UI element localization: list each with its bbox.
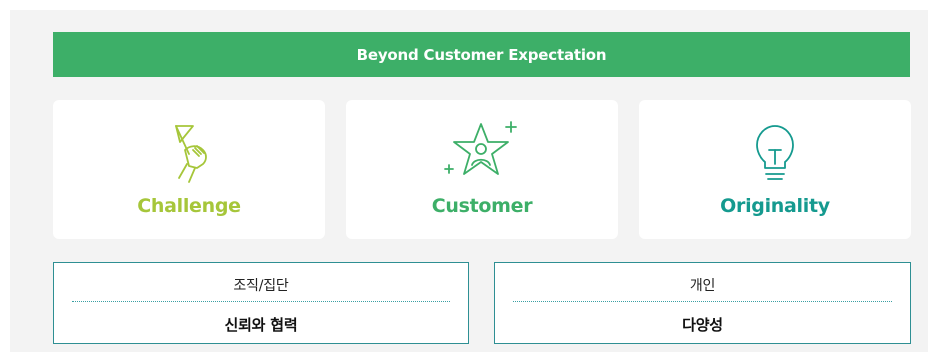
dotted-divider xyxy=(513,301,892,302)
group-box-individual: 개인 다양성 xyxy=(494,262,911,344)
value-label-originality: Originality xyxy=(720,195,830,217)
group-title-organization: 조직/집단 xyxy=(233,278,289,294)
slogan-banner: Beyond Customer Expectation xyxy=(53,32,910,77)
value-card-originality: Originality xyxy=(639,100,911,239)
group-box-organization: 조직/집단 신뢰와 협력 xyxy=(53,262,469,344)
group-value-organization: 신뢰와 협력 xyxy=(224,316,298,334)
group-value-individual: 다양성 xyxy=(682,316,723,334)
flag-hand-icon xyxy=(175,125,207,183)
value-card-customer: Customer xyxy=(346,100,618,239)
light-bulb-icon xyxy=(756,125,794,180)
dotted-divider xyxy=(72,301,450,302)
group-title-individual: 개인 xyxy=(689,278,716,294)
value-label-challenge: Challenge xyxy=(137,195,241,217)
slogan-text: Beyond Customer Expectation xyxy=(356,45,607,64)
star-person-icon xyxy=(444,121,517,175)
value-card-challenge: Challenge xyxy=(53,100,325,239)
value-label-customer: Customer xyxy=(431,195,533,217)
